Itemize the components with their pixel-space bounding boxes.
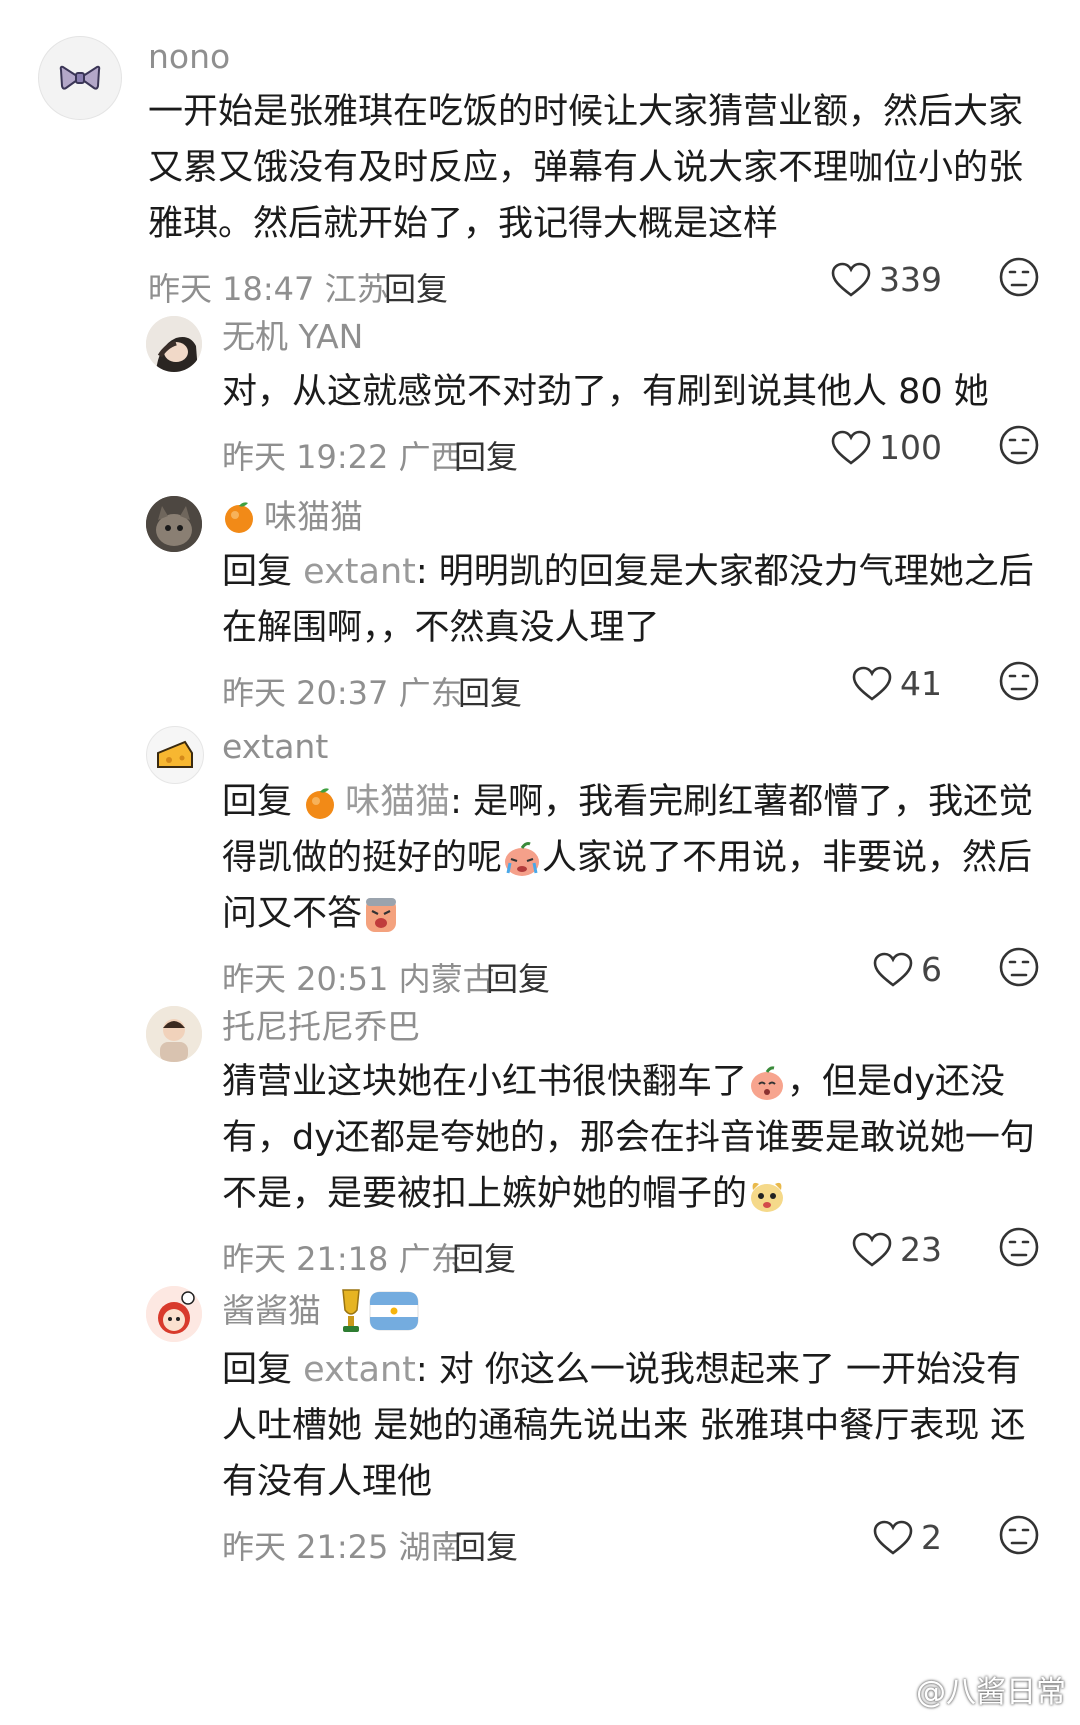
crying-emoji-icon: [505, 842, 540, 876]
like-count: 23: [900, 1230, 942, 1269]
angry-emoji-icon: [366, 898, 397, 932]
avatar-weimaomao[interactable]: [146, 496, 202, 552]
comment-text: 对，从这就感觉不对劲了，有刷到说其他人 80 她: [222, 372, 989, 412]
heart-icon: [831, 430, 871, 465]
orange-emoji-icon: [225, 502, 253, 533]
dislike-face-icon: [999, 661, 1039, 701]
mention-link[interactable]: extant: [303, 1350, 416, 1390]
argentina-flag-icon: [369, 1291, 419, 1331]
username[interactable]: 酱酱猫: [222, 1290, 321, 1332]
avatar-jiangjiangmao[interactable]: [146, 1286, 202, 1342]
reply-button[interactable]: 回复: [452, 1234, 516, 1280]
like-count: 6: [921, 950, 942, 989]
cheese-icon: [157, 740, 193, 768]
comment-time: 昨天 20:51 内蒙古: [222, 960, 495, 998]
username-row: 酱酱猫: [222, 1286, 1040, 1336]
dislike-button[interactable]: [998, 660, 1040, 710]
username[interactable]: nono: [148, 36, 1040, 78]
dislike-face-icon: [999, 947, 1039, 987]
comment-time: 昨天 18:47 江苏: [148, 270, 389, 308]
username[interactable]: 托尼托尼乔巴: [222, 1006, 1040, 1048]
reply-prefix: 回复: [222, 1350, 293, 1390]
reply-prefix: 回复: [222, 782, 293, 822]
dislike-face-icon: [999, 257, 1039, 297]
comment-text: 回复 extant: 对 你这么一说我想起来了 一开始没有人吐槽她 是她的通稿先…: [222, 1342, 1040, 1510]
reply-button[interactable]: 回复: [458, 668, 522, 714]
bow-avatar-icon: [59, 65, 101, 90]
orange-emoji-icon: [306, 788, 335, 819]
dislike-button[interactable]: [998, 424, 1040, 474]
username-row: 味猫猫: [222, 496, 1040, 538]
dislike-button[interactable]: [998, 1514, 1040, 1564]
like-count: 339: [879, 260, 942, 299]
dislike-face-icon: [999, 1227, 1039, 1267]
heart-icon: [852, 666, 892, 701]
mention-link[interactable]: 味猫猫: [345, 782, 450, 822]
comment-text: 回复 extant: 明明凯的回复是大家都没力气理她之后在解围啊，，不然真没人理…: [222, 544, 1040, 656]
dislike-face-icon: [999, 425, 1039, 465]
peach-emoji-icon: [751, 1066, 784, 1100]
avatar-nono[interactable]: [38, 36, 122, 120]
mention-link[interactable]: extant: [303, 552, 416, 592]
comment-text: 猜营业这块她在小红书很快翻车了 ，但是dy还没有，dy还都是夸她的，那会在抖音谁要…: [222, 1054, 1040, 1222]
comment-text: 一开始是张雅琪在吃饭的时候让大家猜营业额，然后大家又累又饿没有及时反应，弹幕有人…: [148, 92, 1024, 244]
reply-button[interactable]: 回复: [454, 1522, 518, 1568]
heart-icon: [873, 1520, 913, 1555]
like-button[interactable]: 23: [852, 1230, 942, 1269]
child-avatar-image: [146, 1006, 202, 1062]
cartoon-girl-avatar-image: [146, 1286, 202, 1342]
puppy-emoji-icon: [751, 1182, 784, 1212]
like-button[interactable]: 100: [831, 428, 942, 467]
cat-avatar-image: [146, 496, 202, 552]
username[interactable]: 无机 YAN: [222, 316, 1040, 358]
avatar-extant[interactable]: [146, 726, 204, 784]
like-button[interactable]: 6: [873, 950, 942, 989]
comment-time: 昨天 20:37 广东: [222, 674, 463, 712]
reply-button[interactable]: 回复: [384, 264, 448, 310]
portrait-image: [146, 316, 202, 372]
comment-time: 昨天 19:22 广西: [222, 438, 463, 476]
comment-body-a: 猜营业这块她在小红书很快翻车了: [222, 1062, 748, 1102]
username[interactable]: 味猫猫: [264, 496, 363, 538]
like-count: 2: [921, 1518, 942, 1557]
reply-button[interactable]: 回复: [486, 954, 550, 1000]
username[interactable]: extant: [222, 726, 1040, 768]
dislike-face-icon: [999, 1515, 1039, 1555]
comment-time: 昨天 21:25 湖南: [222, 1528, 463, 1566]
dislike-button[interactable]: [998, 946, 1040, 996]
comment-time: 昨天 21:18 广东: [222, 1240, 463, 1278]
dislike-button[interactable]: [998, 1226, 1040, 1276]
like-button[interactable]: 41: [852, 664, 942, 703]
dislike-button[interactable]: [998, 256, 1040, 306]
heart-icon: [831, 262, 871, 297]
heart-icon: [873, 952, 913, 987]
like-count: 100: [879, 428, 942, 467]
comment-text: 回复 味猫猫: 是啊，我看完刷红薯都懵了，我还觉得凯做的挺好的呢 人家说了不用说，…: [222, 774, 1040, 942]
trophy-icon: [342, 1289, 360, 1332]
avatar-tony[interactable]: [146, 1006, 202, 1062]
like-count: 41: [900, 664, 942, 703]
watermark: @八酱日常: [916, 1675, 1066, 1710]
heart-icon: [852, 1232, 892, 1267]
avatar-wuji[interactable]: [146, 316, 202, 372]
like-button[interactable]: 339: [831, 260, 942, 299]
reply-prefix: 回复: [222, 552, 293, 592]
like-button[interactable]: 2: [873, 1518, 942, 1557]
reply-button[interactable]: 回复: [454, 432, 518, 478]
